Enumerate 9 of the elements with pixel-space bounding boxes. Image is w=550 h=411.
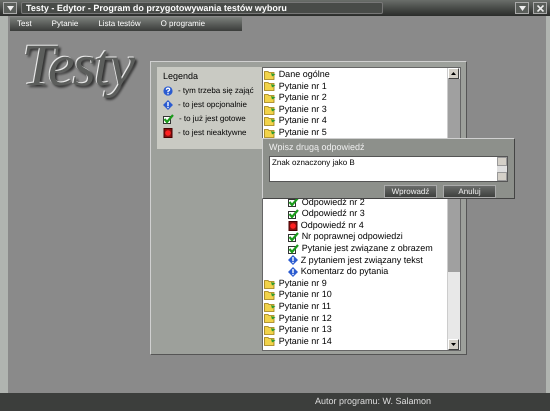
window-title: Testy - Edytor - Program do przygotowywania testów wyboru [21, 2, 383, 14]
legend-text: - tym trzeba się zająć [178, 86, 254, 96]
legend-text: - to jest opcjonalnie [178, 100, 247, 110]
legend-text: - to jest nieaktywne [178, 128, 246, 138]
dialog-title: Wpisz drugą odpowiedź [269, 142, 366, 153]
status-text: Autor programu: W. Salamon [315, 395, 432, 408]
legend-text: - to już jest gotowe [179, 114, 246, 124]
logo: Testy [22, 33, 136, 100]
legend-title: Legenda [163, 71, 200, 82]
